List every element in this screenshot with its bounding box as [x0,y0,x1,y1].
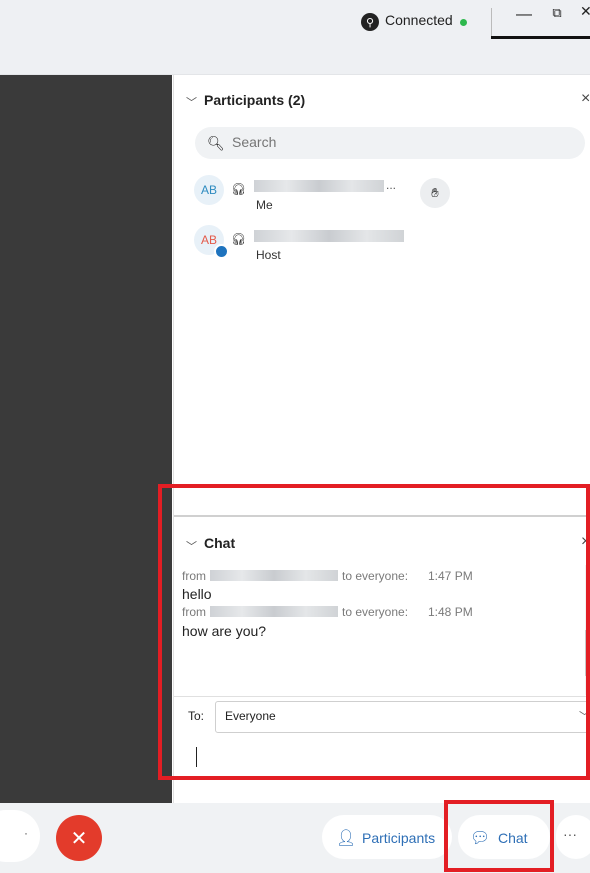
participants-search-input[interactable] [232,134,532,150]
participant-name-redacted [254,230,404,242]
leave-meeting-button[interactable]: ✕ [56,815,102,861]
video-area [0,75,172,803]
participants-button-label: Participants [362,830,436,846]
avatar: AB [194,175,224,205]
more-dots-icon: ··· [563,826,577,842]
chat-panel-highlight-box [158,484,590,780]
host-badge-icon [214,244,229,259]
connection-status-label: Connected [385,12,453,28]
headset-icon: 🎧︎ [231,182,247,196]
connection-icon: ⚲ [361,13,379,31]
headset-icon: 🎧︎ [231,232,247,246]
participant-row[interactable]: AB 🎧︎ Host [174,222,590,266]
participant-name-suffix: ... [386,178,397,192]
chat-button-highlight-box [444,800,554,872]
participants-close-icon[interactable]: × [581,90,590,108]
participants-collapse-chevron-icon[interactable]: ﹀ [186,94,197,110]
connection-status-dot [460,19,467,26]
participants-title: Participants (2) [204,92,306,108]
minimize-button[interactable]: — [516,6,532,26]
participant-role: Me [256,198,273,212]
more-dots-icon: · [24,826,28,840]
raise-hand-icon[interactable]: ✋︎ [420,178,450,208]
close-window-button[interactable]: ✕ [580,3,590,23]
participant-name-redacted [254,180,384,192]
restore-button[interactable]: ⧉ [548,5,566,25]
participants-icon: 👤︎ [336,830,357,847]
titlebar-separator [491,8,492,38]
search-icon: 🔍︎ [207,135,225,151]
participant-role: Host [256,248,281,262]
participant-row[interactable]: AB 🎧︎ ... Me [174,172,590,216]
window-controls-underline [491,36,590,39]
